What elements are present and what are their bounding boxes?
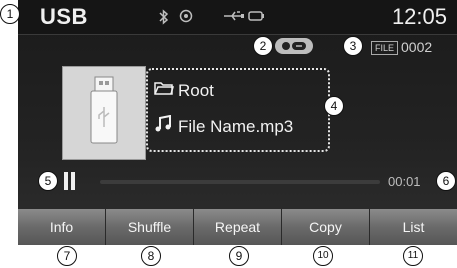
battery-icon (248, 9, 266, 25)
file-number: 0002 (401, 39, 433, 55)
callout-11: 11 (403, 246, 423, 266)
clock: 12:05 (391, 4, 447, 29)
mode-title: USB (40, 4, 88, 29)
callout-3: 3 (343, 36, 363, 56)
callout-10: 10 (313, 246, 333, 266)
progress-bar[interactable] (100, 180, 380, 184)
repeat-button[interactable]: Repeat (194, 209, 282, 245)
usb-drive-icon (90, 76, 118, 144)
track-info-box: Root File Name.mp3 (146, 68, 330, 152)
callout-4: 4 (324, 96, 344, 116)
shuffle-button[interactable]: Shuffle (106, 209, 194, 245)
status-bar: USB 12:05 (18, 0, 457, 35)
folder-line: Root (154, 80, 214, 101)
folder-name: Root (178, 80, 214, 100)
callout-9: 9 (229, 246, 249, 266)
callout-6: 6 (436, 171, 456, 191)
callout-2: 2 (253, 36, 273, 56)
copy-button[interactable]: Copy (282, 209, 370, 245)
callout-7: 7 (57, 246, 77, 266)
softkey-bar: Info Shuffle Repeat Copy List (18, 209, 457, 245)
callout-8: 8 (141, 246, 161, 266)
file-badge: FILE (371, 41, 399, 55)
callout-1: 1 (0, 4, 20, 24)
info-button[interactable]: Info (18, 209, 106, 245)
folder-icon (154, 80, 178, 101)
bluetooth-icon (159, 9, 169, 28)
file-line: File Name.mp3 (154, 114, 294, 138)
repeat-mode-indicator (275, 38, 313, 54)
pause-icon[interactable] (64, 172, 76, 190)
usb-icon (223, 9, 245, 26)
callout-5: 5 (38, 171, 58, 191)
repeat-icon (282, 42, 306, 50)
album-art (62, 66, 146, 160)
music-note-icon (154, 114, 178, 138)
elapsed-time: 00:01 (388, 174, 421, 189)
list-button[interactable]: List (370, 209, 457, 245)
record-icon (179, 9, 193, 26)
file-name: File Name.mp3 (178, 116, 294, 136)
